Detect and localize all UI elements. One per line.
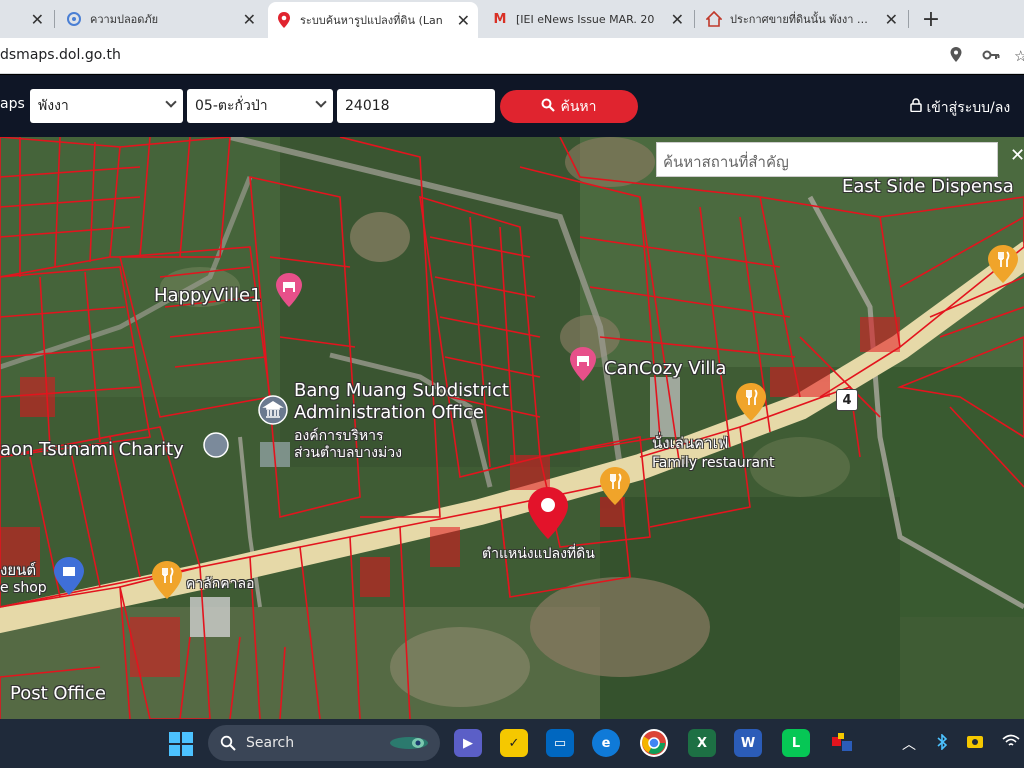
lock-icon <box>910 98 926 116</box>
tab-title: ความปลอดภัย <box>90 13 159 26</box>
restaurant-pin-icon[interactable] <box>988 245 1018 287</box>
close-icon[interactable]: ✕ <box>1010 145 1024 166</box>
chevron-down-icon <box>165 96 177 108</box>
browser-tab-2-active[interactable]: ระบบค้นหารูปแปลงที่ดิน (Lan ✕ <box>268 2 478 38</box>
parcel-location-pin-icon[interactable] <box>528 487 568 543</box>
map-marker-icon[interactable] <box>202 431 230 463</box>
app-icon[interactable] <box>828 729 856 757</box>
url-text[interactable]: dsmaps.dol.go.th <box>0 47 121 63</box>
address-bar: dsmaps.dol.go.th ☆ <box>0 38 1024 74</box>
restaurant-pin-icon[interactable] <box>736 383 766 425</box>
route-shield: 4 <box>836 389 858 411</box>
location-icon[interactable] <box>950 47 962 66</box>
windows-taskbar: Search ▶ ✓ ▭ e X W L ︿ <box>0 719 1024 768</box>
satellite-map[interactable]: ค้นหาสถานที่สำคัญ ✕ East Side Dispensa H… <box>0 137 1024 719</box>
map-label-left-shop-2: e shop <box>0 580 47 596</box>
restaurant-pin-icon[interactable] <box>152 561 182 603</box>
new-tab-button[interactable]: + <box>918 6 944 32</box>
tab-title: ประกาศขายที่ดินนั้น พังงา อำเภ <box>730 13 877 26</box>
restaurant-pin-icon[interactable] <box>600 467 630 509</box>
map-label-cancozy: CanCozy Villa <box>604 358 727 379</box>
map-label-happyville: HappyVille1 <box>154 285 262 306</box>
browser-tab-1[interactable]: ความปลอดภัย ✕ <box>58 4 264 34</box>
key-icon[interactable] <box>982 47 1000 65</box>
browser-tab-4[interactable]: ประกาศขายที่ดินนั้น พังงา อำเภ ✕ <box>698 4 906 34</box>
map-label-bang-muang-1: Bang Muang Subdistrict <box>294 380 509 401</box>
search-button[interactable]: ค้นหา <box>500 90 638 123</box>
line-app-icon[interactable]: L <box>782 729 810 757</box>
gmail-icon: M <box>493 11 507 27</box>
security-tray-icon[interactable] <box>966 734 984 754</box>
todo-app-icon[interactable]: ✓ <box>500 729 528 757</box>
map-label-family-restaurant: Family restaurant <box>652 455 775 471</box>
remote-desktop-icon[interactable]: ▭ <box>546 729 574 757</box>
map-label-kalak: คาลักคาลอ <box>186 576 255 592</box>
close-icon[interactable]: ✕ <box>671 10 684 29</box>
close-icon[interactable]: ✕ <box>243 10 256 29</box>
browser-tab-0[interactable]: ✕ <box>0 4 52 34</box>
tab-title: [IEI eNews Issue MAR. 20 <box>516 12 655 26</box>
bluetooth-icon[interactable] <box>936 733 948 754</box>
place-search-input[interactable]: ค้นหาสถานที่สำคัญ <box>656 142 998 177</box>
word-icon[interactable]: W <box>734 729 762 757</box>
meet-now-icon[interactable]: ▶ <box>454 729 482 757</box>
taskbar-search[interactable]: Search <box>208 725 440 761</box>
security-icon <box>66 11 82 27</box>
map-label-bang-muang-th2: ส่วนตำบลบางม่วง <box>294 445 402 461</box>
map-canvas <box>0 137 1024 719</box>
edge-browser-icon[interactable]: e <box>592 729 620 757</box>
login-link[interactable]: เข้าสู่ระบบ/ลง <box>910 97 1010 119</box>
peacock-feather-icon <box>388 733 430 757</box>
shop-pin-icon[interactable] <box>54 557 84 599</box>
province-select[interactable]: พังงา <box>30 89 183 123</box>
home-icon <box>706 11 722 27</box>
location-pin-icon <box>276 12 292 28</box>
district-select[interactable]: 05-ตะกั่วป่า <box>187 89 333 123</box>
close-icon[interactable]: ✕ <box>31 10 44 29</box>
windows-start-icon[interactable] <box>168 731 194 757</box>
chevron-up-icon[interactable]: ︿ <box>902 734 916 754</box>
tab-title: ระบบค้นหารูปแปลงที่ดิน (Lan <box>300 14 443 27</box>
hotel-pin-icon[interactable] <box>570 347 596 385</box>
map-label-east-side: East Side Dispensa <box>842 176 1014 197</box>
excel-icon[interactable]: X <box>688 729 716 757</box>
browser-tab-3[interactable]: M [IEI eNews Issue MAR. 20 ✕ <box>484 4 692 34</box>
close-icon[interactable]: ✕ <box>457 11 470 30</box>
map-label-tsunami: aon Tsunami Charity <box>0 439 184 460</box>
chrome-browser-icon[interactable] <box>640 729 668 757</box>
parcel-number-input[interactable]: 24018 <box>337 89 495 123</box>
search-icon <box>541 98 556 116</box>
hotel-pin-icon[interactable] <box>276 273 302 311</box>
chevron-down-icon <box>315 96 327 108</box>
map-label-post-office: Post Office <box>10 683 106 704</box>
map-label-left-shop-1: งยนต์ <box>0 561 37 579</box>
site-header: aps พังงา 05-ตะกั่วป่า 24018 ค้นหา เข้าส… <box>0 75 1024 137</box>
site-brand: aps <box>0 96 25 112</box>
map-label-bang-muang-2: Administration Office <box>294 402 484 423</box>
map-label-cafe: นั่งเล่นคาเฟ่ <box>652 434 729 452</box>
browser-tab-strip: ✕ ความปลอดภัย ✕ ระบบค้นหารูปแปลงที่ดิน (… <box>0 0 1024 38</box>
close-icon[interactable]: ✕ <box>885 10 898 29</box>
map-label-parcel-position: ตำแหน่งแปลงที่ดิน <box>482 546 595 562</box>
star-icon[interactable]: ☆ <box>1014 47 1024 65</box>
search-icon <box>220 735 236 755</box>
government-building-icon[interactable] <box>258 395 288 429</box>
wifi-icon[interactable] <box>1002 734 1020 752</box>
